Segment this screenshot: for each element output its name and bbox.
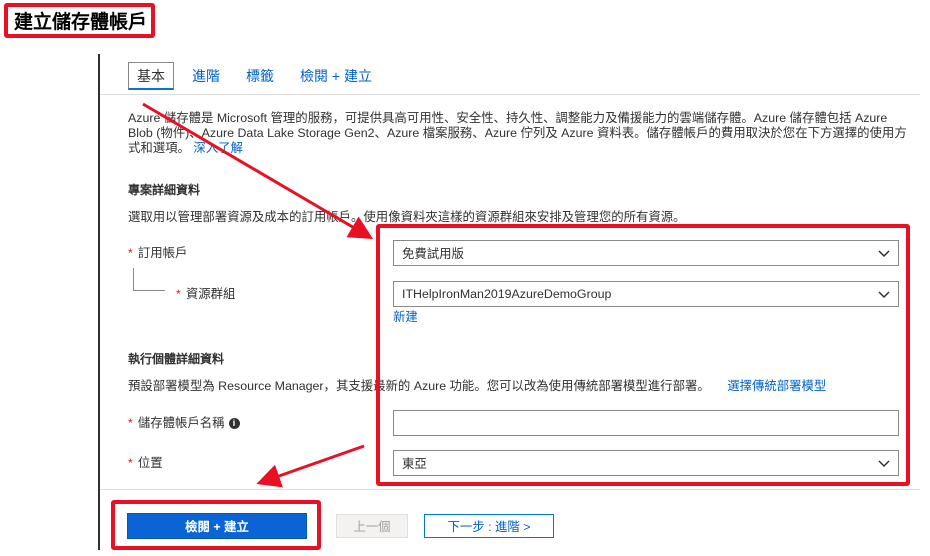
description: Azure 儲存體是 Microsoft 管理的服務，可提供具高可用性、安全性、… [128, 111, 908, 156]
project-details-text: 選取用以管理部署資源及成本的訂用帳戶。使用像資料夾這樣的資源群組來安排及管理您的… [128, 210, 686, 224]
learn-more-link[interactable]: 深入了解 [193, 141, 243, 155]
arrow-to-button [256, 444, 365, 488]
info-icon[interactable]: i [228, 418, 240, 429]
page-title: 建立儲存體帳戶 [4, 3, 155, 38]
tab-advanced[interactable]: 進階 [184, 62, 228, 90]
highlight-box-fields [376, 224, 910, 486]
storage-name-label-text: 儲存體帳戶名稱 [137, 416, 225, 430]
left-divider [98, 54, 100, 550]
description-text: Azure 儲存體是 Microsoft 管理的服務，可提供具高可用性、安全性、… [128, 111, 907, 155]
subscription-label-text: 訂用帳戶 [137, 246, 188, 260]
next-advanced-button[interactable]: 下一步 : 進階 > [424, 514, 554, 538]
subscription-label: * 訂用帳戶 [128, 243, 187, 261]
required-mark: * [128, 416, 133, 430]
tree-connector-horizontal [133, 290, 165, 291]
tab-bar: 基本 進階 標籤 檢閱 + 建立 [128, 62, 390, 90]
tree-connector-vertical [133, 268, 134, 290]
required-mark: * [128, 456, 133, 470]
storage-name-label: * 儲存體帳戶名稱 i [128, 413, 240, 431]
tab-underline [100, 94, 920, 95]
tab-tags[interactable]: 標籤 [238, 62, 282, 90]
tab-review-create[interactable]: 檢閱 + 建立 [292, 62, 380, 90]
previous-button[interactable]: 上一個 [336, 514, 408, 538]
required-mark: * [176, 287, 181, 301]
review-create-button[interactable]: 檢閱 + 建立 [127, 513, 307, 539]
location-label: * 位置 [128, 453, 163, 471]
project-details-heading: 專案詳細資料 [128, 183, 201, 197]
required-mark: * [128, 246, 133, 260]
resource-group-label-text: 資源群組 [185, 287, 236, 301]
footer-divider [100, 489, 920, 490]
tab-basics[interactable]: 基本 [128, 62, 174, 90]
instance-details-heading: 執行個體詳細資料 [128, 352, 225, 366]
location-label-text: 位置 [137, 456, 163, 470]
resource-group-label: * 資源群組 [176, 284, 235, 302]
